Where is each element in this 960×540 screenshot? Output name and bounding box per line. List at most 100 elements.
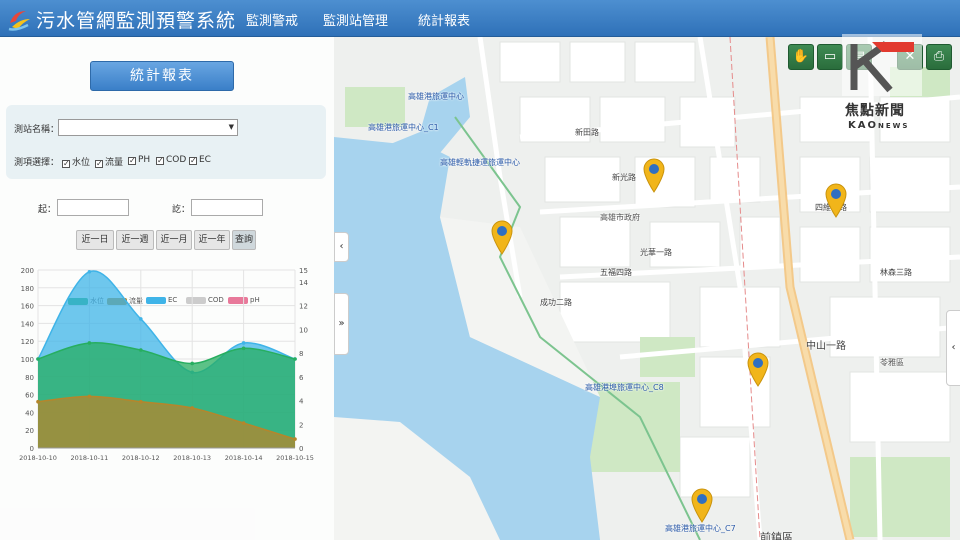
checkbox-ec[interactable]: ✓ EC bbox=[189, 155, 211, 165]
watermark-text: 焦點新聞 bbox=[845, 103, 905, 119]
data-point bbox=[241, 346, 246, 351]
map-label: 高雄港旅運中心 bbox=[408, 92, 464, 101]
x-tick-label: 2018-10-15 bbox=[276, 454, 314, 462]
map-label: 高雄港旅運中心_C7 bbox=[665, 524, 736, 533]
check-icon: ✓ bbox=[95, 159, 103, 168]
map-label: 高雄港埠旅運中心_C8 bbox=[585, 383, 664, 392]
report-panel: 統計報表 測站名稱： ▼ 測項選擇： ✓ 水位 ✓ 流量 ✓ PH ✓ COD ✓ EC … bbox=[0, 37, 334, 540]
map-label: 高雄輕軌捷運旅運中心 bbox=[440, 158, 520, 167]
checkbox-cod[interactable]: ✓ COD bbox=[156, 155, 186, 165]
x-tick-label: 2018-10-14 bbox=[225, 454, 263, 462]
data-point bbox=[139, 348, 143, 352]
map-label: 五福四路 bbox=[600, 268, 632, 277]
data-point bbox=[139, 399, 143, 404]
map-label: 新光路 bbox=[612, 173, 636, 182]
station-pin-icon[interactable] bbox=[824, 182, 848, 218]
checkbox-water-level[interactable]: ✓ 水位 bbox=[62, 155, 90, 168]
ruler-icon[interactable]: ▭ bbox=[817, 44, 843, 70]
checkbox-ph[interactable]: ✓ PH bbox=[128, 155, 150, 165]
app-title: 污水管網監測預警系統 bbox=[36, 10, 237, 32]
x-tick-label: 2018-10-12 bbox=[122, 454, 160, 462]
top-bar: 污水管網監測預警系統 監測警戒 監測站管理 統計報表 bbox=[0, 0, 960, 37]
y-right-tick-label: 12 bbox=[299, 303, 308, 311]
y-right-tick-label: 14 bbox=[299, 279, 308, 287]
data-point bbox=[190, 406, 194, 410]
x-tick-label: 2018-10-11 bbox=[71, 454, 109, 462]
y-tick-label: 200 bbox=[21, 267, 34, 275]
map-label: 前鎮區 bbox=[760, 531, 793, 540]
y-tick-label: 120 bbox=[21, 338, 34, 346]
y-right-tick-label: 10 bbox=[299, 326, 308, 334]
x-tick-label: 2018-10-10 bbox=[19, 454, 57, 462]
query-button[interactable]: 查詢 bbox=[232, 230, 256, 250]
map-label: 高雄港旅運中心_C1 bbox=[368, 123, 439, 132]
right-panel-tab[interactable]: ‹ bbox=[946, 310, 960, 386]
last-day-button[interactable]: 近一日 bbox=[76, 230, 114, 250]
y-right-tick-label: 8 bbox=[299, 350, 303, 358]
x-tick-label: 2018-10-13 bbox=[173, 454, 211, 462]
data-point bbox=[87, 394, 92, 399]
y-tick-label: 60 bbox=[25, 392, 34, 400]
watermark-subtext: KAONEWS bbox=[848, 120, 910, 131]
map-label: 中山一路 bbox=[806, 341, 846, 352]
data-point bbox=[87, 269, 92, 274]
map-label: 林森三路 bbox=[880, 268, 912, 277]
end-date-label: 訖： bbox=[172, 205, 191, 215]
chevron-down-icon: ▼ bbox=[228, 123, 234, 131]
data-point bbox=[241, 421, 246, 425]
item-label: 測項選擇： bbox=[14, 158, 60, 168]
map-label: 成功二路 bbox=[540, 298, 572, 307]
last-month-button[interactable]: 近一月 bbox=[156, 230, 192, 250]
map-label: 苓雅區 bbox=[880, 358, 904, 367]
start-date-label: 起： bbox=[38, 205, 57, 215]
check-icon: ✓ bbox=[156, 156, 164, 165]
station-pin-icon[interactable] bbox=[746, 351, 770, 387]
nav-monitor-alert[interactable]: 監測警戒 bbox=[246, 10, 298, 29]
station-label: 測站名稱： bbox=[14, 125, 60, 135]
y-tick-label: 160 bbox=[21, 303, 34, 311]
checkbox-flow[interactable]: ✓ 流量 bbox=[95, 155, 123, 168]
check-icon: ✓ bbox=[189, 156, 197, 165]
y-tick-label: 100 bbox=[21, 356, 34, 364]
check-icon: ✓ bbox=[62, 159, 70, 168]
y-tick-label: 0 bbox=[30, 445, 34, 453]
statistics-report-button[interactable]: 統計報表 bbox=[90, 61, 234, 91]
y-right-tick-label: 15 bbox=[299, 267, 308, 275]
y-tick-label: 20 bbox=[25, 427, 34, 435]
start-date-input[interactable] bbox=[57, 199, 129, 216]
station-pin-icon[interactable] bbox=[642, 157, 666, 193]
station-pin-icon[interactable] bbox=[490, 219, 514, 255]
last-week-button[interactable]: 近一週 bbox=[116, 230, 154, 250]
data-point bbox=[293, 437, 297, 441]
collapse-panel-tab[interactable]: ‹ bbox=[334, 232, 349, 262]
data-point bbox=[293, 357, 297, 361]
nav-statistics-report[interactable]: 統計報表 bbox=[418, 10, 470, 29]
map-label: 光華一路 bbox=[640, 248, 672, 257]
nav-station-management[interactable]: 監測站管理 bbox=[323, 10, 388, 29]
y-tick-label: 80 bbox=[25, 374, 34, 382]
last-year-button[interactable]: 近一年 bbox=[194, 230, 230, 250]
print-icon[interactable]: ⎙ bbox=[926, 44, 952, 70]
y-tick-label: 140 bbox=[21, 320, 34, 328]
end-date-input[interactable] bbox=[191, 199, 263, 216]
y-right-tick-label: 4 bbox=[299, 398, 304, 406]
data-point bbox=[36, 357, 40, 361]
hand-icon[interactable]: ✋ bbox=[788, 44, 814, 70]
data-point bbox=[139, 317, 143, 321]
y-tick-label: 180 bbox=[21, 285, 34, 293]
check-icon: ✓ bbox=[128, 156, 136, 165]
map-label: 新田路 bbox=[575, 128, 599, 137]
data-point bbox=[241, 341, 246, 345]
station-select[interactable]: ▼ bbox=[58, 119, 238, 136]
data-point bbox=[190, 361, 194, 366]
y-right-tick-label: 0 bbox=[299, 445, 303, 453]
y-tick-label: 40 bbox=[25, 409, 34, 417]
station-pin-icon[interactable] bbox=[690, 487, 714, 523]
app-logo-icon bbox=[8, 11, 30, 31]
map-label: 高雄市政府 bbox=[600, 213, 640, 222]
statistics-chart: 0 20 40 60 80 100 120 140 160 180 200 0 2 4 6 8 10 12 14 15… bbox=[19, 267, 314, 462]
y-right-tick-label: 2 bbox=[299, 421, 303, 429]
data-point bbox=[36, 399, 40, 404]
data-point bbox=[87, 341, 92, 345]
expand-panel-tab[interactable]: » bbox=[334, 293, 349, 355]
